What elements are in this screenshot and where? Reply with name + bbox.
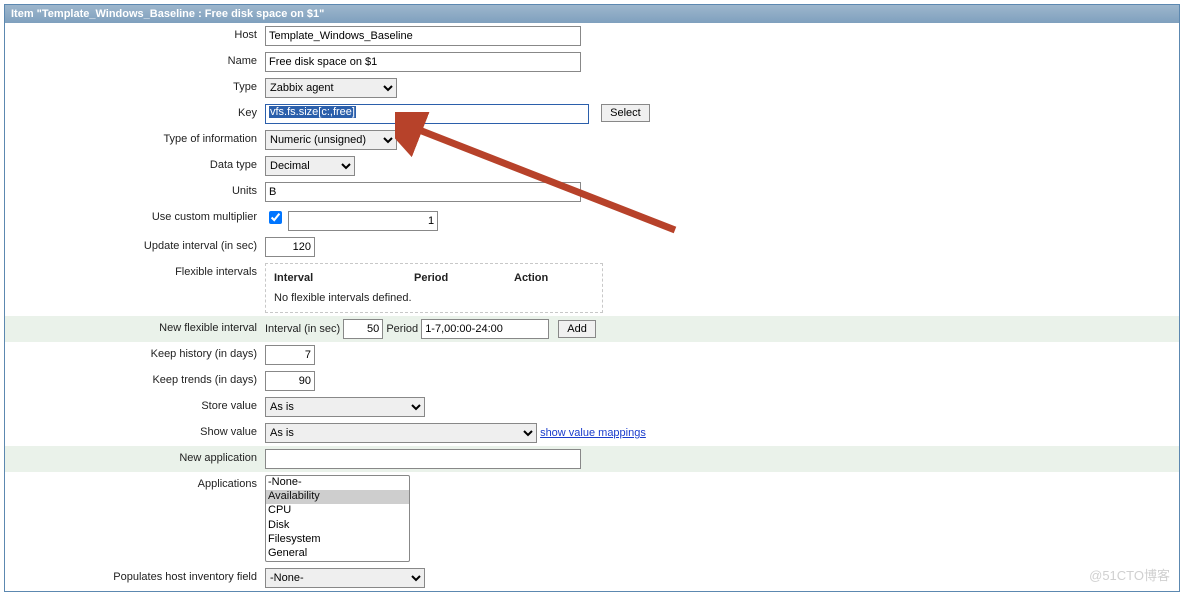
add-button[interactable]: Add <box>558 320 596 338</box>
multiplier-checkbox[interactable] <box>269 211 282 224</box>
item-form-window: Item "Template_Windows_Baseline : Free d… <box>4 4 1180 592</box>
label-type: Type <box>5 78 265 93</box>
new-flex-period-label: Period <box>386 323 418 335</box>
window-title: Item "Template_Windows_Baseline : Free d… <box>5 5 1179 23</box>
key-input[interactable]: vfs.fs.size[c:,free] <box>265 104 589 124</box>
update-interval-input[interactable] <box>265 237 315 257</box>
label-host: Host <box>5 26 265 41</box>
inventory-select[interactable]: -None- <box>265 568 425 588</box>
key-value: vfs.fs.size[c:,free] <box>269 106 356 118</box>
label-new-app: New application <box>5 449 265 464</box>
flexible-intervals-table: Interval Period Action No flexible inter… <box>265 263 603 313</box>
name-input[interactable] <box>265 52 581 72</box>
multiplier-input[interactable] <box>288 211 438 231</box>
show-value-mappings-link[interactable]: show value mappings <box>540 427 646 439</box>
new-flex-period-input[interactable] <box>421 319 549 339</box>
units-input[interactable] <box>265 182 581 202</box>
flex-col-period: Period <box>414 272 514 284</box>
label-store-value: Store value <box>5 397 265 412</box>
type-select[interactable]: Zabbix agent <box>265 78 397 98</box>
label-update-interval: Update interval (in sec) <box>5 237 265 252</box>
label-info-type: Type of information <box>5 130 265 145</box>
new-flex-interval-input[interactable] <box>343 319 383 339</box>
label-keep-history: Keep history (in days) <box>5 345 265 360</box>
label-new-flexible: New flexible interval <box>5 319 265 334</box>
label-applications: Applications <box>5 475 265 490</box>
label-data-type: Data type <box>5 156 265 171</box>
new-flex-interval-label: Interval (in sec) <box>265 323 340 335</box>
flex-empty-text: No flexible intervals defined. <box>274 292 594 304</box>
label-show-value: Show value <box>5 423 265 438</box>
label-key: Key <box>5 104 265 119</box>
flex-col-action: Action <box>514 272 574 284</box>
label-name: Name <box>5 52 265 67</box>
label-units: Units <box>5 182 265 197</box>
new-app-input[interactable] <box>265 449 581 469</box>
label-multiplier: Use custom multiplier <box>5 208 265 223</box>
data-type-select[interactable]: Decimal <box>265 156 355 176</box>
host-input[interactable] <box>265 26 581 46</box>
info-type-select[interactable]: Numeric (unsigned) <box>265 130 397 150</box>
label-flexible: Flexible intervals <box>5 263 265 278</box>
show-value-select[interactable]: As is <box>265 423 537 443</box>
applications-listbox[interactable]: -None- Availability CPU Disk Filesystem … <box>265 475 410 562</box>
keep-trends-input[interactable] <box>265 371 315 391</box>
flex-col-interval: Interval <box>274 272 414 284</box>
form-body: Host Name Type Zabbix agent Key vfs <box>5 23 1179 591</box>
select-button[interactable]: Select <box>601 104 650 122</box>
label-inventory: Populates host inventory field <box>5 568 265 583</box>
store-value-select[interactable]: As is <box>265 397 425 417</box>
keep-history-input[interactable] <box>265 345 315 365</box>
label-keep-trends: Keep trends (in days) <box>5 371 265 386</box>
